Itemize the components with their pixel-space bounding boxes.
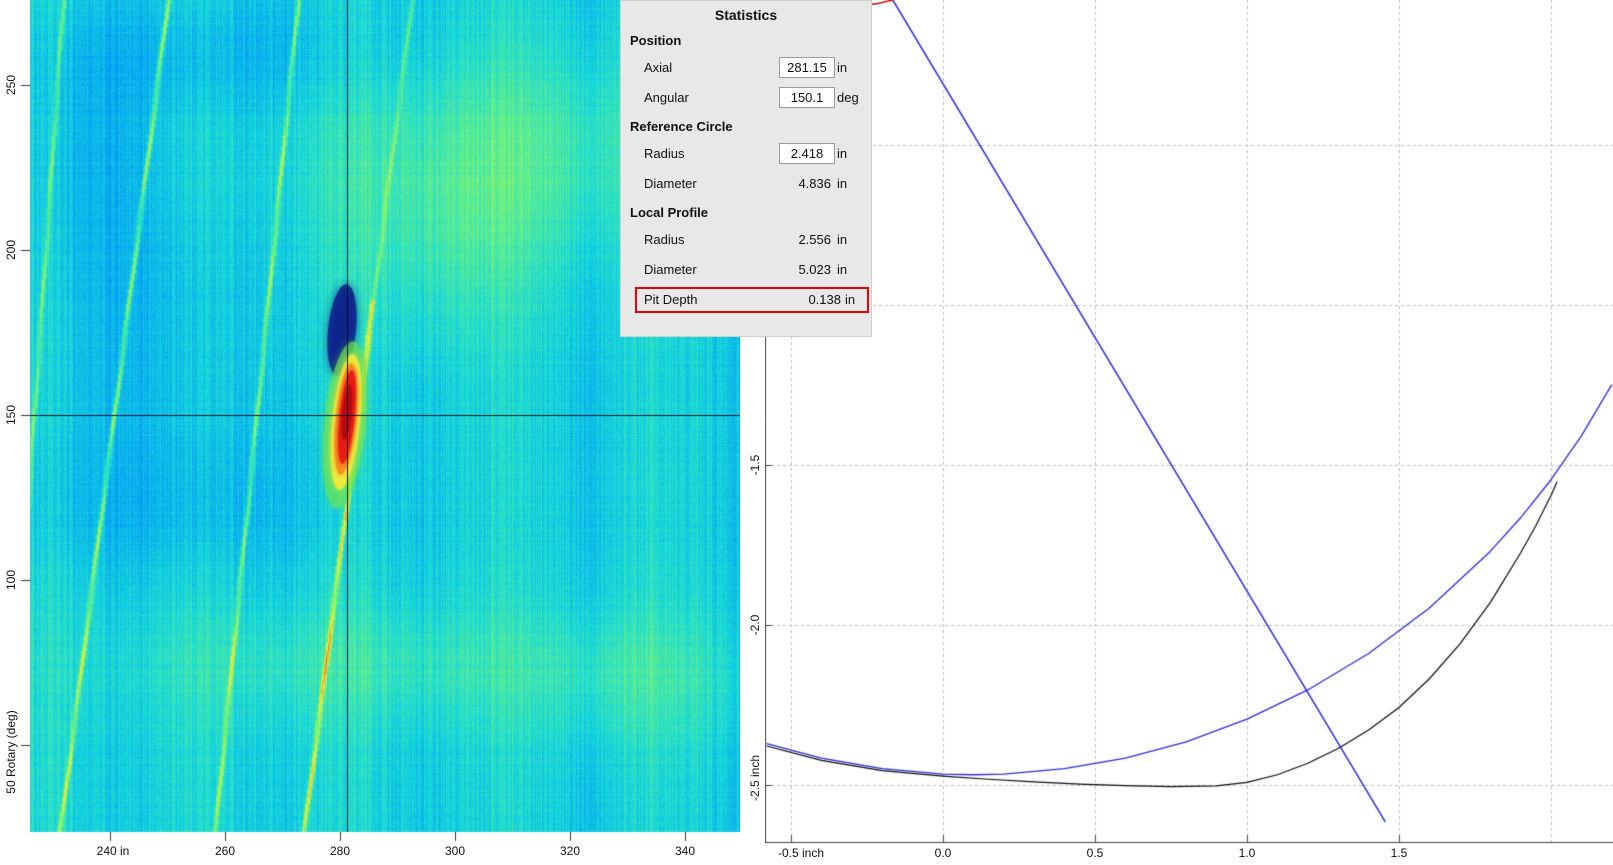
- local-radius-value: 2.556: [771, 225, 831, 255]
- x-tick-label: 1.5: [1391, 846, 1408, 860]
- x-tick-label: 1.0: [1239, 846, 1256, 860]
- ref-radius-label: Radius: [644, 146, 684, 161]
- x-tick-label: 240 in: [97, 844, 130, 858]
- y-tick-label: 250: [4, 75, 18, 95]
- y-axis-title: 50 Rotary (deg): [4, 710, 18, 793]
- x-tick-label: 0.0: [935, 846, 952, 860]
- ref-radius-unit: in: [837, 139, 863, 169]
- x-tick-label: 260: [215, 844, 235, 858]
- stat-row-local-diameter: Diameter 5.023 in: [621, 255, 871, 285]
- pit-depth-highlight-box: Pit Depth 0.138 in: [635, 287, 869, 313]
- pit-depth-unit: in: [845, 289, 871, 311]
- x-tick-label: 0.5: [1087, 846, 1104, 860]
- angular-input[interactable]: 150.1: [779, 87, 835, 108]
- y-tick-label: 100: [4, 570, 18, 590]
- local-diameter-value: 5.023: [771, 255, 831, 285]
- stat-row-axial: Axial 281.15 in: [621, 53, 871, 83]
- statistics-title: Statistics: [621, 1, 871, 27]
- ref-diameter-label: Diameter: [644, 176, 697, 191]
- stat-row-local-radius: Radius 2.556 in: [621, 225, 871, 255]
- stat-row-ref-radius: Radius 2.418 in: [621, 139, 871, 169]
- angular-unit: deg: [837, 83, 863, 113]
- profile-plot-area[interactable]: [765, 0, 1613, 844]
- axial-input[interactable]: 281.15: [779, 57, 835, 78]
- y-tick-label: -2.5 inch: [748, 755, 762, 801]
- y-tick-label: 200: [4, 240, 18, 260]
- x-tick-label: -0.5 inch: [778, 846, 824, 860]
- statistics-panel: Statistics Position Axial 281.15 in Angu…: [620, 0, 872, 337]
- y-tick-label: 150: [4, 405, 18, 425]
- stat-row-ref-diameter: Diameter 4.836 in: [621, 169, 871, 199]
- y-tick-label: -1.5: [748, 455, 762, 476]
- local-diameter-label: Diameter: [644, 262, 697, 277]
- angular-label: Angular: [644, 90, 689, 105]
- ref-diameter-value: 4.836: [771, 169, 831, 199]
- x-tick-label: 280: [330, 844, 350, 858]
- local-diameter-unit: in: [837, 255, 863, 285]
- ref-diameter-unit: in: [837, 169, 863, 199]
- local-radius-unit: in: [837, 225, 863, 255]
- section-header-reference-circle: Reference Circle: [621, 113, 871, 139]
- stat-row-angular: Angular 150.1 deg: [621, 83, 871, 113]
- pit-depth-value: 0.138: [781, 289, 841, 311]
- x-tick-label: 320: [560, 844, 580, 858]
- axial-unit: in: [837, 53, 863, 83]
- ref-radius-input[interactable]: 2.418: [779, 143, 835, 164]
- y-tick-label: -2.0: [748, 615, 762, 636]
- section-header-position: Position: [621, 27, 871, 53]
- pit-depth-label: Pit Depth: [644, 292, 697, 307]
- local-radius-label: Radius: [644, 232, 684, 247]
- x-tick-label: 340: [675, 844, 695, 858]
- section-header-local-profile: Local Profile: [621, 199, 871, 225]
- pit-inspection-app: 250 200 150 100 50 Rotary (deg) 240 in 2…: [0, 0, 1613, 865]
- local-profile-chart: -1.5 -2.0 -2.5 inch -0.5 inch 0.0 0.5 1.…: [765, 0, 1613, 865]
- axial-label: Axial: [644, 60, 672, 75]
- x-tick-label: 300: [445, 844, 465, 858]
